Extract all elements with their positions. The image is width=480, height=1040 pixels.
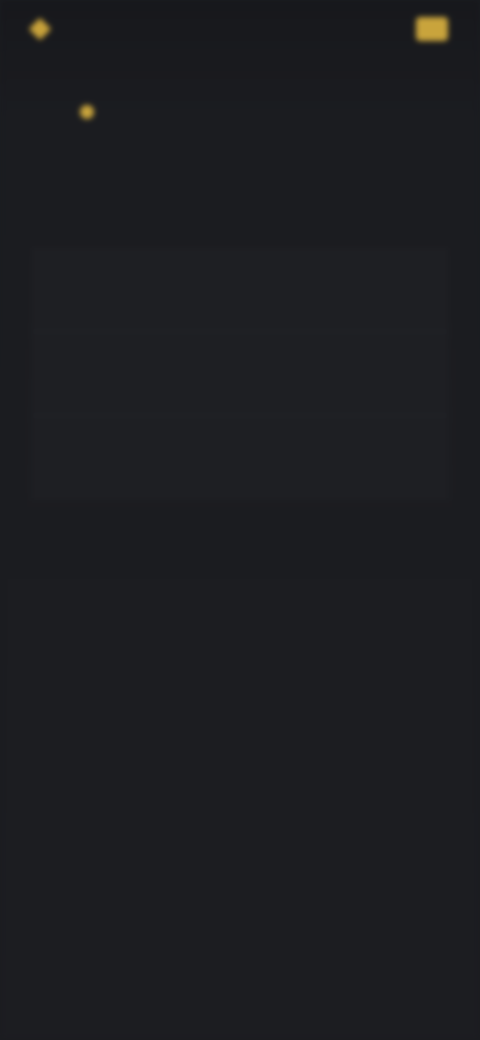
- brand[interactable]: [28, 17, 58, 41]
- list-item[interactable]: [32, 248, 448, 332]
- logo-icon: [28, 17, 52, 41]
- list-item[interactable]: [32, 416, 448, 500]
- top-bar: [0, 0, 480, 58]
- accent-dot-icon: [80, 104, 94, 119]
- signup-button[interactable]: [416, 17, 448, 41]
- top-actions: [402, 17, 448, 41]
- option-list: [32, 248, 448, 500]
- hero-section: [76, 78, 416, 124]
- list-item[interactable]: [32, 332, 448, 416]
- hero-subtitle: [76, 98, 366, 124]
- page: [0, 0, 480, 1040]
